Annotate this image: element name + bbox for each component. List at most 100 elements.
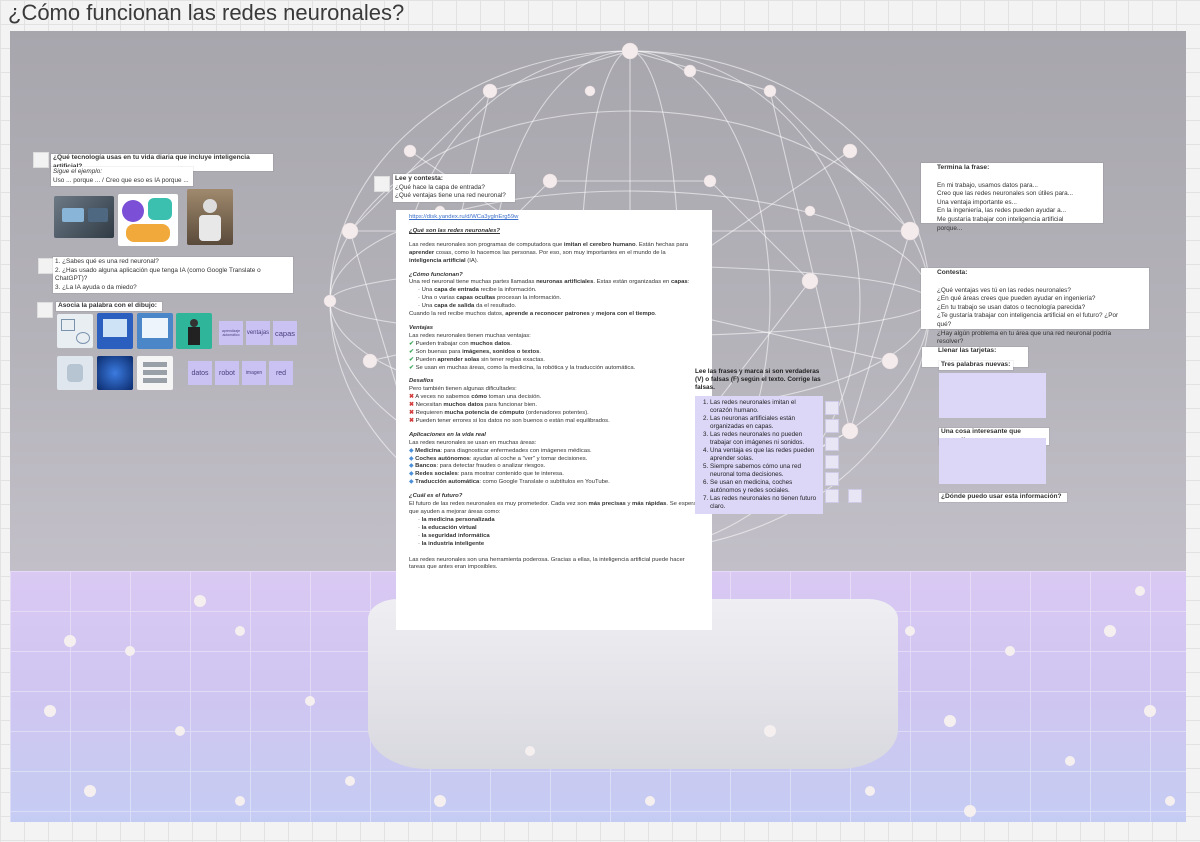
question-1: 1. ¿Sabes qué es una red neuronal?: [55, 258, 159, 265]
tf-answer-box-3[interactable]: [825, 437, 839, 451]
robot-image[interactable]: [187, 189, 233, 245]
finish-line: En la ingeniería, las redes pueden ayuda…: [937, 207, 1066, 215]
read-card: Lee y contesta: ¿Qué hace la capa de ent…: [393, 174, 515, 202]
cross-icon: ✖: [409, 410, 414, 417]
list-item: ✖ Pueden tener errores si los datos no s…: [409, 417, 610, 424]
finish-line: Una ventaja importante es...: [937, 198, 1017, 206]
list-item: · Una capa de entrada recibe la informac…: [418, 287, 537, 294]
list-item: ✖ Requieren mucha potencia de cómputo (o…: [409, 410, 589, 417]
tf-item: Las neuronas artificiales están organiza…: [710, 415, 819, 431]
presentation-image[interactable]: [137, 313, 173, 349]
cards-title: Llenar las tarjetas:: [938, 347, 997, 354]
new-words-label-card: Tres palabras nuevas:: [939, 361, 1013, 370]
robot-hand-image[interactable]: [57, 356, 93, 390]
word-tile-machine-learning[interactable]: aprendizaje automático: [219, 321, 243, 345]
word-tile-robot[interactable]: robot: [215, 361, 239, 385]
section-future: ¿Cuál es el futuro?: [409, 493, 463, 500]
tech-example: Uso ... porque ... / Creo que eso es IA …: [53, 176, 189, 184]
tf-answer-box-4[interactable]: [825, 455, 839, 469]
word-tile-red[interactable]: red: [269, 361, 293, 385]
list-item: ✖ A veces no sabemos cómo toman una deci…: [409, 394, 542, 401]
neural-network-image[interactable]: [97, 356, 133, 390]
checkbox-associate[interactable]: [37, 302, 53, 318]
data-charts-image[interactable]: [57, 314, 93, 348]
list-item: · la seguridad informática: [418, 532, 490, 539]
true-false-exercise: Lee las frases y marca si son verdaderas…: [695, 368, 823, 514]
teacher-image[interactable]: [176, 313, 212, 349]
diamond-icon: ◆: [409, 463, 414, 470]
advantages-intro: Las redes neuronales tienen muchas venta…: [409, 332, 531, 339]
list-item: ◆ Coches autónomos: ayudan al coche a "v…: [409, 455, 588, 462]
where-use-card[interactable]: ¿Dónde puedo usar esta información?: [939, 493, 1067, 502]
list-item: ✖ Necesitan muchos datos para funcionar …: [409, 402, 538, 409]
associate-title: Asocia la palabra con el dibujo:: [58, 302, 157, 309]
check-icon: ✔: [409, 364, 414, 371]
tf-answer-box-5[interactable]: [825, 472, 839, 486]
article-link[interactable]: https://disk.yandex.ru/d/WCa3yglnErg59w: [409, 214, 699, 222]
cross-icon: ✖: [409, 402, 414, 409]
checkbox-tech[interactable]: [33, 152, 49, 168]
section-challenges: Desafíos: [409, 378, 434, 385]
check-icon: ✔: [409, 340, 414, 347]
para-conclusion: Las redes neuronales son una herramienta…: [409, 556, 685, 571]
cross-icon: ✖: [409, 417, 414, 424]
picture-image[interactable]: [97, 313, 133, 349]
cross-icon: ✖: [409, 394, 414, 401]
list-item: ✔ Son buenas para imágenes, sonidos o te…: [409, 348, 541, 355]
layers-image[interactable]: [137, 356, 173, 390]
answer-line: ¿En qué áreas crees que pueden ayudar en…: [937, 295, 1096, 303]
section-applications: Aplicaciones en la vida real: [409, 431, 486, 438]
word-tile-ventajas[interactable]: ventajas: [246, 321, 270, 345]
para-future: El futuro de las redes neuronales es muy…: [409, 501, 697, 515]
word-tile-datos[interactable]: datos: [188, 361, 212, 385]
questions-card: 1. ¿Sabes qué es una red neuronal? 2. ¿H…: [53, 257, 293, 294]
finish-line: En mi trabajo, usamos datos para...: [937, 181, 1038, 189]
board-title: ¿Cómo funcionan las redes neuronales?: [8, 0, 405, 25]
answer-line: ¿Te gustaría trabajar con inteligencia a…: [937, 312, 1119, 328]
read-q1: ¿Qué hace la capa de entrada?: [395, 183, 485, 191]
list-item: ✔ Pueden aprender solas sin tener reglas…: [409, 356, 545, 363]
finish-lines: En mi trabajo, usamos datos para... Creo…: [937, 182, 1087, 234]
finish-line: Me gustaría trabajar con inteligencia ar…: [937, 215, 1064, 232]
para-what: Las redes neuronales son programas de co…: [409, 241, 688, 264]
layers-list: · Una capa de entrada recibe la informac…: [409, 287, 699, 311]
tf-answer-box-7[interactable]: [848, 489, 862, 503]
list-item: · Una o varias capas ocultas procesan la…: [418, 295, 562, 302]
check-icon: ✔: [409, 348, 414, 355]
section-advantages: Ventajas: [409, 324, 434, 331]
tf-answer-box-6[interactable]: [825, 489, 839, 503]
tf-answer-box-2[interactable]: [825, 419, 839, 433]
tf-item: Se usan en medicina, coches autónomos y …: [710, 479, 819, 495]
interesting-card[interactable]: [939, 438, 1046, 484]
answer-card: Contesta: ¿Qué ventajas ves tú en las re…: [921, 268, 1149, 345]
list-item: ◆ Traducción automática: como Google Tra…: [409, 479, 610, 486]
diamond-icon: ◆: [409, 455, 414, 462]
section-how: ¿Cómo funcionan?: [409, 271, 463, 278]
article-card: https://disk.yandex.ru/d/WCa3yglnErg59w …: [396, 210, 712, 630]
para-how: Una red neuronal tiene muchas partes lla…: [409, 279, 690, 286]
diamond-icon: ◆: [409, 479, 414, 486]
car-dashboard-image[interactable]: [54, 196, 114, 238]
section-what: ¿Qué son las redes neuronales?: [409, 227, 501, 234]
checkbox-questions[interactable]: [38, 258, 54, 274]
tf-item: Siempre sabemos cómo una red neuronal to…: [710, 463, 819, 479]
list-item: · la industria inteligente: [418, 540, 485, 547]
answer-line: ¿Qué ventajas ves tú en las redes neuron…: [937, 286, 1071, 294]
list-item: · Una capa de salida da el resultado.: [418, 303, 517, 310]
finish-card: Termina la frase: En mi trabajo, usamos …: [921, 163, 1103, 232]
tech-example-label: Sigue el ejemplo:: [53, 168, 103, 175]
word-tile-imagen[interactable]: imagen: [242, 361, 266, 385]
tf-list: Las redes neuronales imitan el corazón h…: [695, 396, 823, 514]
tf-title: Lee las frases y marca si son verdaderas…: [695, 368, 821, 391]
question-3: 3. ¿La IA ayuda o da miedo?: [55, 283, 137, 291]
tech-example-card: Sigue el ejemplo: Uso ... porque ... / C…: [51, 167, 193, 187]
new-words-card[interactable]: [939, 373, 1046, 418]
list-item: ◆ Bancos: para detectar fraudes o analiz…: [409, 463, 546, 470]
checkbox-read[interactable]: [374, 176, 390, 192]
applications-intro: Las redes neuronales se usan en muchas á…: [409, 439, 537, 446]
ai-characters-image[interactable]: [118, 194, 178, 246]
list-item: ✔ Pueden trabajar con muchos datos.: [409, 340, 512, 347]
new-words-label: Tres palabras nuevas:: [941, 361, 1011, 368]
word-tile-capas[interactable]: capas: [273, 321, 297, 345]
tf-answer-box-1[interactable]: [825, 401, 839, 415]
